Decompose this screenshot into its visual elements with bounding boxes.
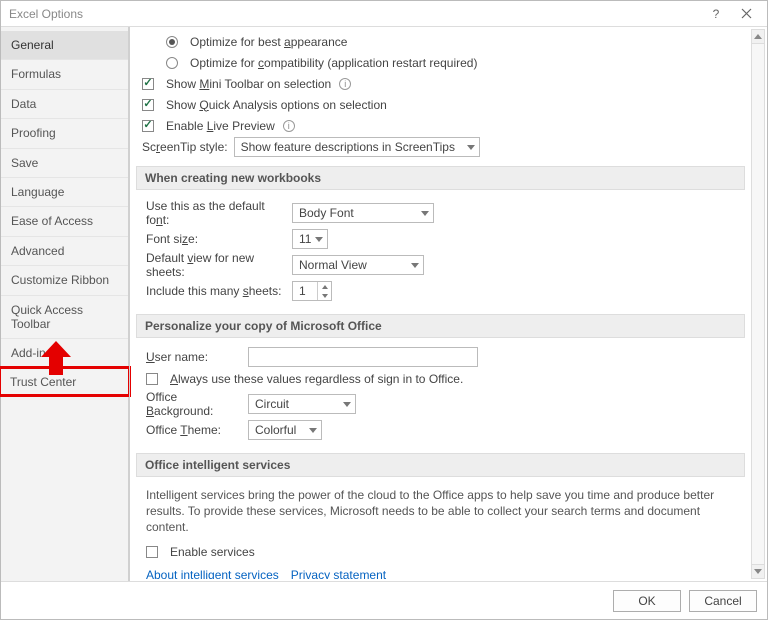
link-about-intelligent[interactable]: About intelligent services bbox=[146, 568, 279, 579]
ok-button[interactable]: OK bbox=[613, 590, 681, 612]
radio-icon bbox=[166, 57, 178, 69]
sidebar-item-proofing[interactable]: Proofing bbox=[1, 119, 128, 148]
link-privacy[interactable]: Privacy statement bbox=[291, 568, 386, 579]
default-view-row: Default view for new sheets: Normal View bbox=[146, 250, 743, 280]
close-button[interactable] bbox=[731, 4, 761, 24]
excel-options-window: Excel Options ? General Formulas Data Pr… bbox=[0, 0, 768, 620]
dialog-body: General Formulas Data Proofing Save Lang… bbox=[1, 27, 767, 581]
include-sheets-spinner[interactable]: 1 bbox=[292, 281, 332, 301]
radio-icon bbox=[166, 36, 178, 48]
check-live-preview[interactable]: Enable Live Preview i bbox=[136, 115, 745, 136]
sidebar-item-general[interactable]: General bbox=[1, 31, 128, 60]
info-icon: i bbox=[283, 120, 295, 132]
include-sheets-row: Include this many sheets: 1 bbox=[146, 280, 743, 302]
default-font-row: Use this as the default font: Body Font bbox=[146, 198, 743, 228]
scroll-down-button[interactable] bbox=[752, 564, 764, 578]
check-quick-analysis[interactable]: Show Quick Analysis options on selection bbox=[136, 94, 745, 115]
sidebar-item-formulas[interactable]: Formulas bbox=[1, 60, 128, 89]
chevron-down-icon bbox=[467, 145, 475, 150]
sidebar-item-ease-of-access[interactable]: Ease of Access bbox=[1, 207, 128, 236]
screentip-label: ScreenTip style: bbox=[142, 140, 228, 154]
section-new-workbooks: When creating new workbooks bbox=[136, 166, 745, 190]
section-intelligent: Office intelligent services bbox=[136, 453, 745, 477]
office-theme-select[interactable]: Colorful bbox=[248, 420, 322, 440]
check-enable-services[interactable]: Enable services bbox=[146, 542, 743, 563]
radio-optimize-best[interactable]: Optimize for best appearance bbox=[136, 31, 745, 52]
font-size-row: Font size: 11 bbox=[146, 228, 743, 250]
sidebar-item-customize-ribbon[interactable]: Customize Ribbon bbox=[1, 266, 128, 295]
sidebar-item-quick-access-toolbar[interactable]: Quick Access Toolbar bbox=[1, 296, 128, 340]
username-row: User name: bbox=[146, 346, 743, 368]
annotation-arrow-icon bbox=[41, 341, 71, 375]
default-view-select[interactable]: Normal View bbox=[292, 255, 424, 275]
checkbox-icon bbox=[146, 373, 158, 385]
screentip-select[interactable]: Show feature descriptions in ScreenTips bbox=[234, 137, 480, 157]
default-font-select[interactable]: Body Font bbox=[292, 203, 434, 223]
check-mini-toolbar[interactable]: Show Mini Toolbar on selection i bbox=[136, 73, 745, 94]
scroll-up-button[interactable] bbox=[752, 30, 764, 44]
window-title: Excel Options bbox=[9, 7, 83, 21]
content-wrap: Optimize for best appearance Optimize fo… bbox=[129, 27, 767, 581]
vertical-scrollbar[interactable] bbox=[751, 29, 765, 579]
intelligent-desc: Intelligent services bring the power of … bbox=[146, 485, 743, 542]
sidebar: General Formulas Data Proofing Save Lang… bbox=[1, 27, 129, 581]
titlebar: Excel Options ? bbox=[1, 1, 767, 27]
chevron-up-icon bbox=[754, 34, 762, 39]
chevron-down-icon bbox=[411, 263, 419, 268]
help-button[interactable]: ? bbox=[701, 4, 731, 24]
checkbox-icon bbox=[142, 99, 154, 111]
cancel-button[interactable]: Cancel bbox=[689, 590, 757, 612]
dialog-footer: OK Cancel bbox=[1, 581, 767, 619]
checkbox-icon bbox=[142, 120, 154, 132]
chevron-down-icon bbox=[754, 569, 762, 574]
chevron-down-icon bbox=[421, 211, 429, 216]
office-bg-select[interactable]: Circuit bbox=[248, 394, 356, 414]
checkbox-icon bbox=[142, 78, 154, 90]
sidebar-item-advanced[interactable]: Advanced bbox=[1, 237, 128, 266]
close-icon bbox=[741, 8, 752, 19]
content: Optimize for best appearance Optimize fo… bbox=[132, 29, 749, 579]
chevron-down-icon bbox=[309, 428, 317, 433]
chevron-down-icon bbox=[315, 237, 323, 242]
screentip-row: ScreenTip style: Show feature descriptio… bbox=[136, 136, 745, 158]
section-personalize: Personalize your copy of Microsoft Offic… bbox=[136, 314, 745, 338]
office-theme-row: Office Theme: Colorful bbox=[146, 419, 743, 441]
office-bg-row: Office Background: Circuit bbox=[146, 389, 743, 419]
check-always-use[interactable]: Always use these values regardless of si… bbox=[146, 368, 743, 389]
sidebar-item-data[interactable]: Data bbox=[1, 90, 128, 119]
radio-optimize-compat[interactable]: Optimize for compatibility (application … bbox=[136, 52, 745, 73]
sidebar-item-language[interactable]: Language bbox=[1, 178, 128, 207]
font-size-select[interactable]: 11 bbox=[292, 229, 328, 249]
spinner-down-icon[interactable] bbox=[322, 294, 328, 298]
username-input[interactable] bbox=[248, 347, 478, 367]
chevron-down-icon bbox=[343, 402, 351, 407]
sidebar-item-save[interactable]: Save bbox=[1, 149, 128, 178]
checkbox-icon bbox=[146, 546, 158, 558]
info-icon: i bbox=[339, 78, 351, 90]
spinner-up-icon[interactable] bbox=[322, 285, 328, 289]
